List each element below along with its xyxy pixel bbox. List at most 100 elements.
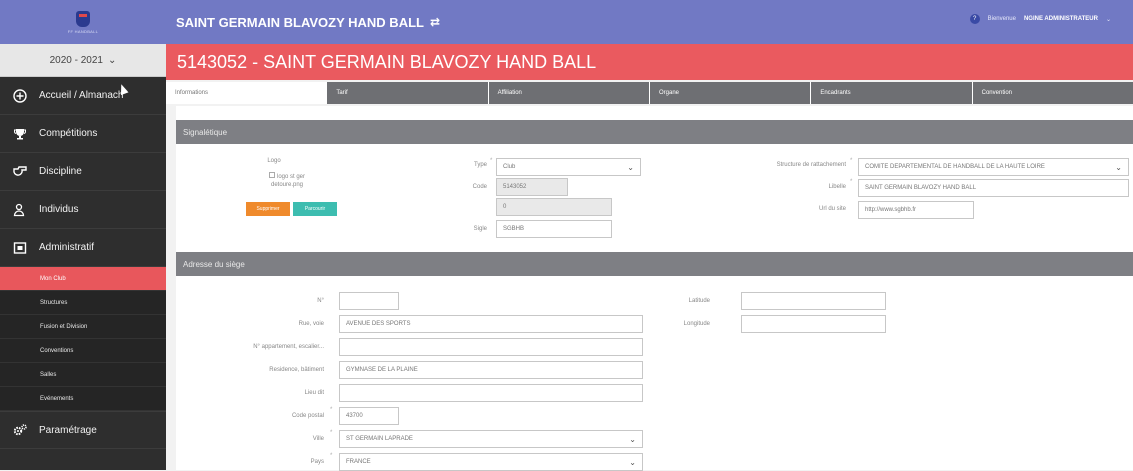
url-label: Url du site: [818, 206, 846, 212]
residence-input[interactable]: GYMNASE DE LA PLAINE: [339, 361, 643, 379]
user-greeting: Bienvenue: [987, 16, 1016, 22]
cp-label: Code postal: [291, 413, 324, 419]
main-panel: Signalétique Logo logo st ger detoure.pn…: [176, 106, 1133, 471]
structure-label: Structure de rattachement: [776, 162, 846, 168]
cp-input[interactable]: 43700: [339, 407, 399, 425]
users-icon: [13, 203, 27, 217]
latitude-label: Latitude: [688, 298, 710, 304]
sidebar-item-administratif[interactable]: Administratif: [0, 229, 166, 267]
tab-label: Tarif: [336, 90, 348, 96]
chevron-down-icon: ⌄: [1105, 16, 1111, 23]
section-header-signaletique: Signalétique: [176, 120, 1133, 144]
broken-image-icon: [268, 172, 275, 178]
subnav-evenements[interactable]: Evénements: [0, 387, 166, 411]
sidebar: FF HANDBALL 2020 - 2021 ⌄ Accueil / Alma…: [0, 0, 166, 470]
sidebar-item-label: Compétitions: [39, 128, 98, 139]
structure-select[interactable]: COMITE DEPARTEMENTAL DE HANDBALL DE LA H…: [858, 158, 1129, 176]
season-label: 2020 - 2021: [49, 54, 103, 66]
libelle-input[interactable]: SAINT GERMAIN BLAVOZY HAND BALL: [858, 179, 1129, 197]
sidebar-item-label: Paramétrage: [39, 424, 97, 436]
sigle-value: SGBHB: [503, 226, 525, 232]
required-marker: *: [850, 179, 853, 185]
sidebar-item-accueil[interactable]: Accueil / Almanach: [0, 77, 166, 115]
subnav-mon-club[interactable]: Mon Club: [0, 267, 166, 291]
tab-label: Encadrants: [820, 90, 851, 96]
sidebar-item-competitions[interactable]: Compétitions: [0, 115, 166, 153]
user-menu[interactable]: ? Bienvenue NGINE ADMINISTRATEUR ⌄: [969, 14, 1111, 24]
logo-alt-text: logo st ger detoure.png: [270, 174, 306, 188]
sidebar-item-individus[interactable]: Individus: [0, 191, 166, 229]
club-switcher[interactable]: SAINT GERMAIN BLAVOZY HAND BALL ⇄: [176, 15, 440, 30]
building-icon: [13, 241, 27, 255]
sidebar-item-label: Administratif: [39, 242, 95, 253]
button-label: Parcourir: [304, 206, 326, 212]
subnav-salles[interactable]: Salles: [0, 363, 166, 387]
code-secondary-value: 0: [503, 204, 507, 210]
ville-select[interactable]: ST GERMAIN LAPRADE ⌄: [339, 430, 643, 448]
code-value: 5143052: [503, 184, 527, 190]
tab-encadrants[interactable]: Encadrants: [810, 82, 972, 104]
tab-tarif[interactable]: Tarif: [326, 82, 488, 104]
appt-input[interactable]: [339, 338, 643, 356]
longitude-input[interactable]: [741, 315, 886, 333]
pays-select[interactable]: FRANCE ⌄: [339, 453, 643, 471]
page-title-text: 5143052 - SAINT GERMAIN BLAVOZY HAND BAL…: [177, 51, 597, 72]
subnav-label: Mon Club: [40, 275, 66, 282]
trophy-icon: [13, 127, 27, 141]
subnav-label: Conventions: [40, 347, 74, 354]
latitude-input[interactable]: [741, 292, 886, 310]
num-label: N°: [317, 298, 324, 304]
tab-bar: Informations Tarif Affiliation Organe En…: [166, 82, 1133, 104]
tab-convention[interactable]: Convention: [971, 82, 1133, 104]
code-label: Code: [472, 184, 487, 190]
subnav-fusion-division[interactable]: Fusion et Division: [0, 315, 166, 339]
browse-logo-button[interactable]: Parcourir: [293, 202, 337, 216]
plus-circle-icon: [13, 88, 27, 103]
tab-label: Organe: [658, 90, 679, 96]
handball-logo-icon: [76, 10, 90, 27]
type-label: Type: [473, 162, 487, 168]
type-value: Club: [503, 164, 516, 170]
residence-value: GYMNASE DE LA PLAINE: [346, 367, 418, 373]
logo-image-placeholder: logo st ger detoure.png: [260, 172, 314, 189]
season-selector[interactable]: 2020 - 2021 ⌄: [0, 44, 166, 77]
sidebar-item-label: Discipline: [39, 166, 82, 177]
subnav-structures[interactable]: Structures: [0, 291, 166, 315]
rue-input[interactable]: AVENUE DES SPORTS: [339, 315, 643, 333]
cp-value: 43700: [346, 413, 363, 419]
section-title: Signalétique: [183, 127, 228, 137]
required-marker: *: [330, 407, 333, 413]
tab-label: Informations: [175, 90, 209, 96]
page-title: 5143052 - SAINT GERMAIN BLAVOZY HAND BAL…: [166, 44, 1133, 80]
user-name: NGINE ADMINISTRATEUR: [1023, 16, 1098, 22]
libelle-value: SAINT GERMAIN BLAVOZY HAND BALL: [865, 185, 977, 191]
delete-logo-button[interactable]: Supprimer: [246, 202, 290, 216]
url-input[interactable]: http://www.sgbhb.fr: [858, 201, 974, 219]
sidebar-item-parametrage[interactable]: Paramétrage: [0, 411, 166, 449]
type-select[interactable]: Club ⌄: [496, 158, 641, 176]
required-marker: *: [330, 430, 333, 436]
lieu-input[interactable]: [339, 384, 643, 402]
switch-arrows-icon: ⇄: [429, 15, 441, 29]
code-field: 5143052: [496, 178, 568, 196]
app-logo[interactable]: FF HANDBALL: [0, 0, 166, 44]
user-avatar: ?: [969, 14, 980, 24]
section-header-adresse: Adresse du siège: [176, 252, 1133, 276]
subnav-conventions[interactable]: Conventions: [0, 339, 166, 363]
subnav-label: Evénements: [40, 395, 74, 402]
tab-informations[interactable]: Informations: [166, 82, 327, 104]
sidebar-item-discipline[interactable]: Discipline: [0, 153, 166, 191]
longitude-label: Longitude: [683, 321, 710, 327]
subnav-label: Fusion et Division: [40, 323, 88, 330]
button-label: Supprimer: [256, 206, 280, 212]
appt-label: N° appartement, escalier...: [253, 344, 324, 350]
tab-organe[interactable]: Organe: [648, 82, 811, 104]
num-input[interactable]: [339, 292, 399, 310]
club-name: SAINT GERMAIN BLAVOZY HAND BALL: [176, 14, 424, 30]
tab-affiliation[interactable]: Affiliation: [487, 82, 649, 104]
tab-label: Convention: [981, 90, 1012, 96]
ville-value: ST GERMAIN LAPRADE: [346, 436, 413, 442]
sigle-input[interactable]: SGBHB: [496, 220, 612, 238]
chevron-down-icon: ⌄: [108, 54, 117, 66]
pays-value: FRANCE: [346, 459, 371, 465]
